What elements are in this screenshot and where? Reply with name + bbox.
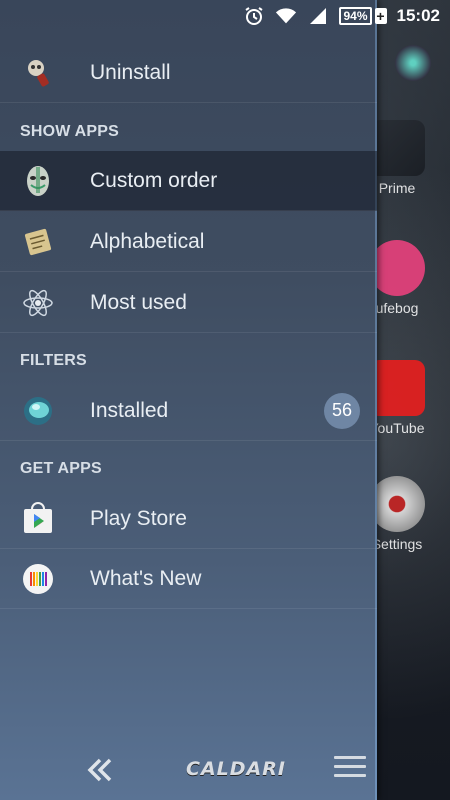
drawer-item-label: What's New: [90, 566, 202, 590]
atom-icon: [20, 285, 56, 321]
hamburger-menu-icon[interactable]: [334, 756, 366, 784]
brand-logo: CALDARI: [186, 758, 286, 780]
charging-indicator: +: [374, 8, 387, 24]
drawer-item-uninstall[interactable]: Uninstall: [0, 43, 377, 103]
drawer-item-label: Custom order: [90, 168, 218, 192]
widget-orb-icon[interactable]: [395, 45, 431, 81]
navigation-drawer: Uninstall SHOW APPS Custom order Alphabe…: [0, 0, 377, 800]
drawer-item-installed[interactable]: Installed 56: [0, 381, 377, 441]
status-clock: 15:02: [396, 6, 440, 25]
battery-icon: 94% +: [339, 7, 387, 25]
status-bar: 94% + 15:02: [0, 0, 450, 32]
wifi-icon: [275, 5, 297, 27]
bg-app-label: Prime: [378, 180, 416, 196]
signal-icon: [307, 5, 329, 27]
section-header-filters: FILTERS: [20, 352, 87, 369]
section-header-show-apps: SHOW APPS: [20, 123, 119, 140]
bg-app-label: ufebog: [375, 300, 419, 316]
alarm-icon: [243, 5, 265, 27]
drawer-item-most-used[interactable]: Most used: [0, 273, 377, 333]
drawer-item-whats-new[interactable]: What's New: [0, 549, 377, 609]
double-chevron-left-icon[interactable]: [84, 754, 116, 786]
drawer-item-play-store[interactable]: Play Store: [0, 489, 377, 549]
drawer-item-label: Installed: [90, 398, 169, 422]
bg-app-label: Settings: [371, 536, 423, 552]
prime-icon: [369, 120, 425, 176]
uninstall-icon: [20, 55, 56, 91]
game-icon: [369, 240, 425, 296]
section-header-get-apps: GET APPS: [20, 460, 102, 477]
drawer-item-label: Uninstall: [90, 60, 171, 84]
drawer-item-label: Alphabetical: [90, 229, 205, 253]
scroll-icon: [20, 224, 56, 260]
play-store-icon: [20, 501, 56, 537]
settings-icon: [369, 476, 425, 532]
drawer-item-label: Most used: [90, 290, 187, 314]
drawer-item-custom-order[interactable]: Custom order: [0, 151, 377, 211]
bg-app-label: YouTube: [369, 420, 425, 436]
whats-new-icon: [20, 561, 56, 597]
battery-percent: 94%: [339, 7, 372, 25]
drawer-item-label: Play Store: [90, 506, 187, 530]
installed-count-badge: 56: [324, 392, 360, 429]
drawer-item-alphabetical[interactable]: Alphabetical: [0, 212, 377, 272]
gem-icon: [20, 393, 56, 429]
youtube-icon: [369, 360, 425, 416]
mask-icon: [20, 163, 56, 199]
drawer-bottom-bar: CALDARI: [0, 740, 377, 800]
